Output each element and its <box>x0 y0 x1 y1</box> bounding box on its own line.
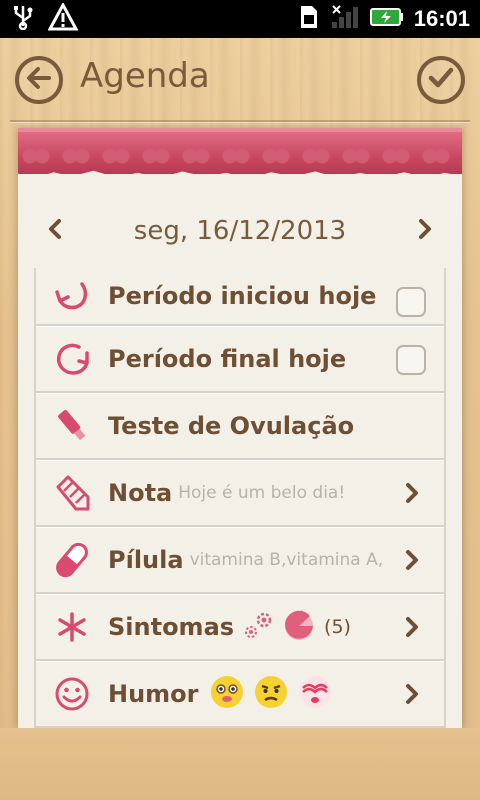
fabric-header-decoration <box>18 128 462 174</box>
pill-icon <box>48 536 96 584</box>
asterisk-icon <box>48 603 96 651</box>
chevron-right-icon <box>402 547 422 573</box>
agenda-list: Período iniciou hoje Período final hoje … <box>34 268 446 728</box>
battery-charging-icon <box>369 7 404 31</box>
usb-icon <box>12 4 34 34</box>
ovulation-test-icon <box>48 402 96 450</box>
period-start-icon <box>48 272 96 320</box>
period-start-checkbox[interactable] <box>396 287 426 317</box>
mood-annoyed-icon <box>253 674 289 714</box>
note-preview: Hoje é um belo dia! <box>178 482 346 503</box>
list-item-label: Teste de Ovulação <box>108 411 355 440</box>
list-item-period-start[interactable]: Período iniciou hoje <box>36 268 444 326</box>
signal-icon <box>330 4 360 34</box>
agenda-card: seg, 16/12/2013 Período iniciou hoje Per… <box>18 128 462 728</box>
list-item-label: Humor <box>108 679 199 708</box>
smiley-icon <box>48 670 96 718</box>
symptom-count: (5) <box>324 615 351 638</box>
next-day-button[interactable] <box>412 218 438 244</box>
previous-day-button[interactable] <box>42 218 68 244</box>
arrow-left-icon <box>25 64 53 96</box>
list-item-label: Nota <box>108 478 173 507</box>
list-item-symptoms[interactable]: Sintomas (5) <box>36 594 444 661</box>
check-icon <box>427 64 455 96</box>
list-item-pill[interactable]: Pílula vitamina B,vitamina A, <box>36 527 444 594</box>
confirm-button[interactable] <box>417 56 465 104</box>
back-button[interactable] <box>15 56 63 104</box>
period-end-icon <box>48 335 96 383</box>
header: Agenda <box>0 38 480 120</box>
status-bar: 16:01 <box>0 0 480 38</box>
chevron-right-icon <box>417 218 433 244</box>
list-item-label: Pílula <box>108 545 184 574</box>
current-date: seg, 16/12/2013 <box>133 216 347 246</box>
list-item-label: Período final hoje <box>108 344 347 373</box>
chevron-right-icon <box>402 681 422 707</box>
header-divider <box>10 120 470 122</box>
date-navigator: seg, 16/12/2013 <box>18 206 462 256</box>
symptom-flower-icon <box>242 608 276 646</box>
list-item-mood[interactable]: Humor <box>36 661 444 728</box>
mood-kiss-icon <box>297 674 333 714</box>
list-item-ovulation-test[interactable]: Teste de Ovulação <box>36 393 444 460</box>
bottom-wood-bar <box>0 728 480 800</box>
clock: 16:01 <box>413 6 470 31</box>
list-item-note[interactable]: Nota Hoje é um belo dia! <box>36 460 444 527</box>
symptom-cramps-icon <box>282 608 316 646</box>
mood-happy-icon <box>209 674 245 714</box>
chevron-left-icon <box>47 218 63 244</box>
pencil-icon <box>48 469 96 517</box>
pill-preview: vitamina B,vitamina A, <box>189 549 384 570</box>
list-item-label: Sintomas <box>108 612 235 641</box>
warning-icon <box>47 1 79 35</box>
sim-icon <box>298 4 320 34</box>
list-item-label: Período iniciou hoje <box>108 282 377 310</box>
chevron-right-icon <box>402 614 422 640</box>
chevron-right-icon <box>402 480 422 506</box>
list-item-period-end[interactable]: Período final hoje <box>36 326 444 393</box>
page-title: Agenda <box>80 56 210 96</box>
period-end-checkbox[interactable] <box>396 345 426 375</box>
